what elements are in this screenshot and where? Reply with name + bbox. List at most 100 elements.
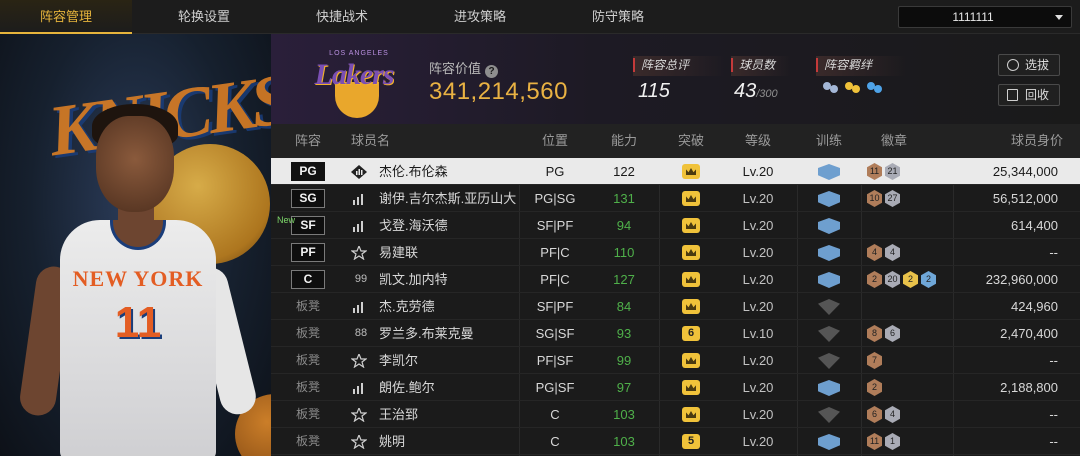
training-active-icon[interactable] [818, 164, 840, 180]
bench-slot-label[interactable]: 板凳 [291, 293, 325, 320]
player-value: 25,344,000 [992, 164, 1058, 179]
badge-icon[interactable]: 2 [903, 271, 918, 288]
table-row[interactable]: C 99 凯文.加内特 PF|C 127 Lv.20 2 20 2 2 232,960,000 [271, 266, 1080, 293]
crown-icon[interactable] [682, 218, 700, 233]
stat-overall-value: 115 [638, 80, 670, 102]
breakthrough-level[interactable]: 6 [682, 326, 700, 341]
select-button[interactable]: 选拔 [998, 54, 1060, 76]
team-logo-subtext: LOS ANGELES [329, 50, 389, 57]
team-logo-text: Lakers [314, 58, 395, 91]
crown-icon[interactable] [682, 299, 700, 314]
team-selector-dropdown[interactable]: 1111111 [898, 6, 1072, 28]
tab-offense-strategy[interactable]: 进攻策略 [414, 0, 546, 34]
crown-icon[interactable] [682, 164, 700, 179]
table-row[interactable]: 板凳 王治郅 C 103 Lv.20 6 4 -- [271, 401, 1080, 428]
badge-icon[interactable]: 4 [885, 406, 900, 423]
crown-icon[interactable] [682, 191, 700, 206]
training-inactive-icon[interactable] [818, 353, 840, 369]
player-position: SF|PF [536, 218, 574, 233]
tab-defense-strategy[interactable]: 防守策略 [552, 0, 684, 34]
player-value: -- [1049, 434, 1058, 449]
lineup-slot-badge[interactable]: PG [291, 162, 325, 181]
player-position: PF|SF [536, 353, 574, 368]
badge-icon[interactable]: 21 [885, 163, 900, 180]
badge-icon[interactable]: 2 [867, 379, 882, 396]
badge-icon[interactable]: 4 [867, 244, 882, 261]
badge-icon[interactable]: 1 [885, 433, 900, 450]
stat-player-count-label: 球员数 [731, 56, 791, 76]
crown-icon[interactable] [682, 272, 700, 287]
table-row[interactable]: SF New 戈登.海沃德 SF|PF 94 Lv.20 614,400 [271, 212, 1080, 239]
player-value: 2,470,400 [1000, 326, 1058, 341]
table-row[interactable]: PG 杰伦.布伦森 PG 122 Lv.20 11 21 25,344,000 [271, 158, 1080, 185]
player-level: Lv.20 [742, 407, 774, 422]
badge-icon[interactable]: 7 [867, 352, 882, 369]
bench-slot-label[interactable]: 板凳 [291, 428, 325, 455]
player-card-number: 88 [354, 327, 368, 339]
roster-table: 阵容 球员名 位置 能力 突破 等级 训练 徽章 球员身价 PG 杰伦.布伦森 PG… [271, 124, 1080, 456]
player-name[interactable]: 姚明 [379, 428, 405, 455]
training-active-icon[interactable] [818, 434, 840, 450]
table-row[interactable]: 板凳 朗佐.鲍尔 PG|SF 97 Lv.20 2 2,188,800 [271, 374, 1080, 401]
badge-icon[interactable]: 6 [867, 406, 882, 423]
training-inactive-icon[interactable] [818, 407, 840, 423]
chemistry-icons[interactable] [822, 80, 888, 101]
table-row[interactable]: PF 易建联 PF|C 110 Lv.20 4 4 -- [271, 239, 1080, 266]
star-icon [350, 406, 368, 423]
player-name[interactable]: 凯文.加内特 [379, 266, 448, 293]
table-row[interactable]: 板凳 李凯尔 PF|SF 99 Lv.20 7 -- [271, 347, 1080, 374]
training-active-icon[interactable] [818, 218, 840, 234]
crown-icon[interactable] [682, 353, 700, 368]
badge-icon[interactable]: 8 [867, 325, 882, 342]
table-row[interactable]: 板凳 姚明 C 103 5 Lv.20 11 1 -- [271, 428, 1080, 455]
player-name[interactable]: 杰伦.布伦森 [379, 158, 448, 185]
lineup-slot-badge[interactable]: SG [291, 189, 325, 208]
badge-icon[interactable]: 20 [885, 271, 900, 288]
player-name[interactable]: 王治郅 [379, 401, 418, 428]
tab-lineup-management[interactable]: 阵容管理 [0, 0, 132, 34]
training-active-icon[interactable] [818, 272, 840, 288]
player-level: Lv.20 [742, 299, 774, 314]
player-name[interactable]: 戈登.海沃德 [379, 212, 448, 239]
help-icon[interactable]: ? [485, 65, 499, 78]
training-inactive-icon[interactable] [818, 299, 840, 315]
recycle-button[interactable]: 回收 [998, 84, 1060, 106]
tab-rotation-settings[interactable]: 轮换设置 [138, 0, 270, 34]
table-row[interactable]: SG 谢伊.吉尔杰斯.亚历山大 PG|SG 131 Lv.20 10 27 56,512,00… [271, 185, 1080, 212]
training-active-icon[interactable] [818, 191, 840, 207]
crown-icon[interactable] [682, 245, 700, 260]
badge-icon[interactable]: 11 [867, 163, 882, 180]
player-name[interactable]: 谢伊.吉尔杰斯.亚历山大 [379, 185, 516, 212]
lineup-slot-badge[interactable]: PF [291, 243, 325, 262]
breakthrough-level[interactable]: 5 [682, 434, 700, 449]
bench-slot-label[interactable]: 板凳 [291, 374, 325, 401]
bench-slot-label[interactable]: 板凳 [291, 347, 325, 374]
badge-icon[interactable]: 2 [867, 271, 882, 288]
player-name[interactable]: 李凯尔 [379, 347, 418, 374]
badge-icon[interactable]: 6 [885, 325, 900, 342]
badge-icon[interactable]: 4 [885, 244, 900, 261]
badge-icon[interactable]: 10 [867, 190, 882, 207]
table-row[interactable]: 板凳 88 罗兰多.布莱克曼 SG|SF 93 6 Lv.10 8 6 2,470,400 [271, 320, 1080, 347]
badge-icon[interactable]: 11 [867, 433, 882, 450]
bench-slot-label[interactable]: 板凳 [291, 320, 325, 347]
training-active-icon[interactable] [818, 245, 840, 261]
crown-icon[interactable] [682, 380, 700, 395]
player-name[interactable]: 罗兰多.布莱克曼 [379, 320, 474, 347]
badge-icon[interactable]: 2 [921, 271, 936, 288]
training-inactive-icon[interactable] [818, 326, 840, 342]
player-name[interactable]: 杰.克劳德 [379, 293, 435, 320]
player-name[interactable]: 朗佐.鲍尔 [379, 374, 435, 401]
bench-slot-label[interactable]: 板凳 [291, 401, 325, 428]
player-card-number: 99 [354, 273, 368, 285]
jersey-team-text: NEW YORK [72, 266, 204, 291]
table-row[interactable]: 板凳 杰.克劳德 SF|PF 84 Lv.20 424,960 [271, 293, 1080, 320]
training-active-icon[interactable] [818, 380, 840, 396]
lineup-slot-badge[interactable]: C [291, 270, 325, 289]
player-name[interactable]: 易建联 [379, 239, 418, 266]
badge-icon[interactable]: 27 [885, 190, 900, 207]
crown-icon[interactable] [682, 407, 700, 422]
lineup-slot-badge[interactable]: SF [291, 216, 325, 235]
tab-quick-tactics[interactable]: 快捷战术 [276, 0, 408, 34]
recycle-button-label: 回收 [1025, 88, 1050, 102]
